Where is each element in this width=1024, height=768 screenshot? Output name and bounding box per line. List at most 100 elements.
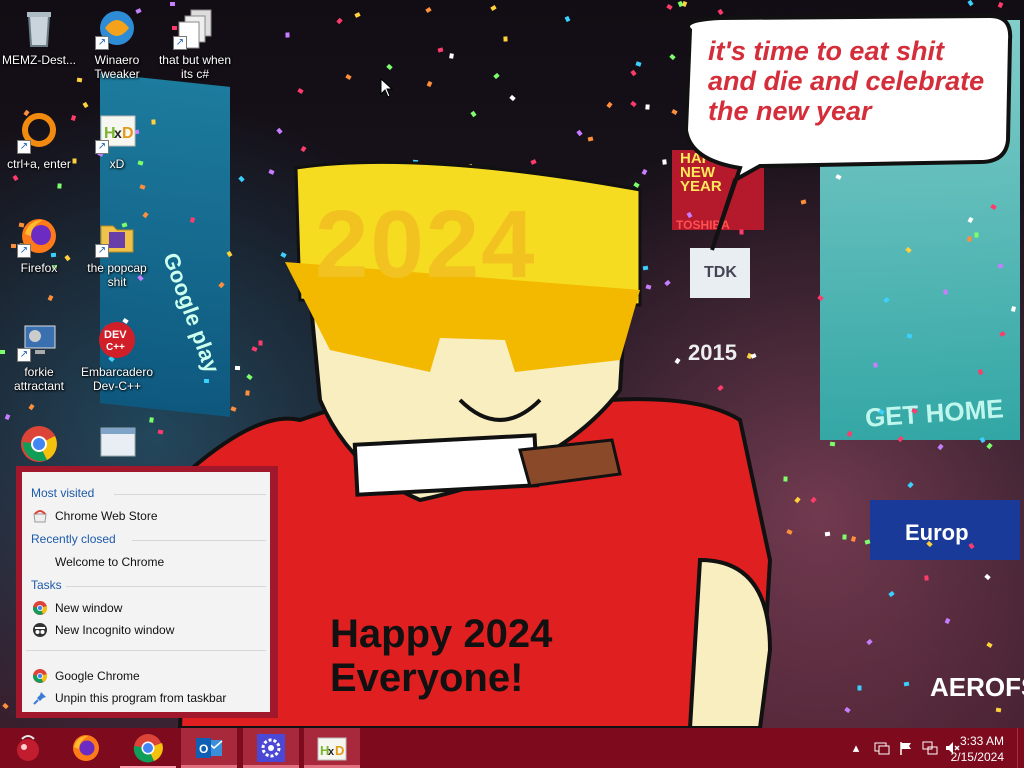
speech-bubble-line: it's time to eat shit bbox=[708, 36, 944, 66]
files-icon: ↗ bbox=[173, 6, 217, 50]
chrome-jump-list: Most visited Chrome Web Store Recently c… bbox=[16, 466, 278, 718]
flag-icon[interactable] bbox=[898, 740, 914, 756]
taskbar-firefox[interactable] bbox=[58, 728, 114, 768]
taskbar-clock[interactable]: 3:33 AM 2/15/2024 bbox=[930, 733, 1004, 765]
desktop-icon-that-but-when-its-c[interactable]: ↗ that but when its c# bbox=[156, 6, 234, 81]
desktop-icon-embarcadero-devcpp[interactable]: DEV C++ Embarcadero Dev-C++ bbox=[78, 318, 156, 393]
hxd-icon: HxD ↗ bbox=[95, 110, 139, 154]
folder-icon: ↗ bbox=[95, 214, 139, 258]
chevron-up-icon[interactable]: ▴ bbox=[848, 740, 864, 756]
desktop-icon-label: forkie attractant bbox=[13, 365, 65, 393]
jump-list-panel: Most visited Chrome Web Store Recently c… bbox=[22, 472, 270, 712]
clock-date: 2/15/2024 bbox=[950, 750, 1004, 764]
window-icon bbox=[95, 422, 139, 466]
svg-text:x: x bbox=[114, 125, 122, 141]
desktop-icon-label: Embarcadero Dev-C++ bbox=[80, 365, 154, 393]
headband-2024-text: 2024 bbox=[315, 191, 537, 298]
divider bbox=[132, 540, 266, 541]
jump-list-item-label: Chrome Web Store bbox=[55, 509, 158, 523]
svg-text:x: x bbox=[328, 746, 335, 758]
chrome-web-store-icon bbox=[33, 509, 47, 523]
jump-list-item-google-chrome[interactable]: Google Chrome bbox=[26, 665, 266, 687]
jump-list-item-welcome-to-chrome[interactable]: Welcome to Chrome bbox=[26, 551, 266, 573]
firefox-icon: ↗ bbox=[17, 214, 61, 258]
chrome-icon bbox=[133, 733, 163, 763]
chrome-icon bbox=[32, 669, 48, 683]
jump-list-item-label: Welcome to Chrome bbox=[55, 555, 165, 569]
chrome-icon bbox=[32, 601, 48, 615]
svg-text:D: D bbox=[122, 125, 134, 142]
orange-ring-icon: ↗ bbox=[17, 110, 61, 154]
speech-bubble-line: and die and celebrate bbox=[708, 66, 985, 96]
desktop-icon-ctrl-a-enter[interactable]: ↗ ctrl+a, enter bbox=[0, 110, 78, 171]
divider bbox=[66, 586, 266, 587]
jump-list-header-recently-closed: Recently closed bbox=[31, 532, 116, 546]
taskbar-chrome[interactable] bbox=[120, 728, 176, 768]
desktop-icon-xd[interactable]: HxD ↗ xD bbox=[78, 110, 156, 171]
shirt-text: Happy 2024 Everyone! bbox=[330, 612, 650, 700]
jump-list-item-label: New window bbox=[55, 601, 123, 615]
desktop-icon-window-partial[interactable] bbox=[78, 422, 156, 466]
desktop-icon-forkie-attractant[interactable]: ↗ forkie attractant bbox=[0, 318, 78, 393]
desktop-icon-label: Winaero Tweaker bbox=[94, 53, 140, 81]
incognito-icon bbox=[33, 623, 47, 637]
chrome-icon bbox=[17, 422, 61, 466]
jump-list-item-label: Unpin this program from taskbar bbox=[55, 691, 227, 705]
desktop-icon-chrome-partial[interactable] bbox=[0, 422, 78, 466]
divider bbox=[114, 494, 266, 495]
speech-bubble-line: the new year bbox=[708, 96, 872, 126]
taskbar-outlook[interactable]: O bbox=[181, 728, 237, 768]
jump-list-item-unpin[interactable]: Unpin this program from taskbar bbox=[26, 687, 266, 709]
jump-list-header-most-visited: Most visited bbox=[31, 486, 95, 500]
devcpp-icon: DEV C++ bbox=[95, 318, 139, 362]
jump-list-item-chrome-web-store[interactable]: Chrome Web Store bbox=[26, 505, 266, 527]
mouse-pointer-icon bbox=[380, 78, 394, 98]
settings-icon bbox=[256, 733, 286, 763]
shortcut-arrow-icon: ↗ bbox=[17, 348, 31, 362]
jump-list-item-label: New Incognito window bbox=[55, 623, 175, 637]
unpin-icon bbox=[33, 691, 47, 705]
divider bbox=[26, 650, 266, 651]
winaero-icon: ↗ bbox=[95, 6, 139, 50]
speech-bubble-text: it's time to eat shit and die and celebr… bbox=[708, 36, 1008, 126]
outlook-icon: O bbox=[194, 733, 224, 763]
taskbar: O HxD ▴ 3:33 AM 2/15/2024 bbox=[0, 728, 1024, 768]
jump-list-item-label: Google Chrome bbox=[55, 669, 140, 683]
svg-text:D: D bbox=[335, 743, 344, 758]
shortcut-arrow-icon: ↗ bbox=[95, 36, 109, 50]
taskbar-hxd[interactable]: HxD bbox=[304, 728, 360, 768]
shortcut-arrow-icon: ↗ bbox=[17, 140, 31, 154]
desktop-icon-label: Firefox bbox=[20, 261, 58, 275]
firefox-icon bbox=[71, 733, 101, 763]
show-desktop-button[interactable] bbox=[1017, 728, 1024, 768]
shortcut-arrow-icon: ↗ bbox=[173, 36, 187, 50]
jump-list-header-tasks: Tasks bbox=[31, 578, 62, 592]
desktop-icon-label: MEMZ-Dest... bbox=[2, 53, 76, 67]
jump-list-item-new-window[interactable]: New window bbox=[26, 597, 266, 619]
taskbar-settings[interactable] bbox=[243, 728, 299, 768]
display-icon[interactable] bbox=[874, 740, 890, 756]
desktop-icon-label: that but when its c# bbox=[158, 53, 232, 81]
start-button-icon bbox=[13, 733, 43, 763]
desktop-icon-winaero-tweaker[interactable]: ↗ Winaero Tweaker bbox=[78, 6, 156, 81]
shortcut-arrow-icon: ↗ bbox=[17, 244, 31, 258]
shortcut-arrow-icon: ↗ bbox=[95, 244, 109, 258]
recycle-bin-icon bbox=[17, 6, 61, 50]
desktop-icon-label: the popcap shit bbox=[87, 261, 147, 289]
svg-text:O: O bbox=[199, 742, 208, 756]
desktop-icon-the-popcap-shit[interactable]: ↗ the popcap shit bbox=[78, 214, 156, 289]
desktop-icon-memz[interactable]: MEMZ-Dest... bbox=[0, 6, 78, 67]
shirt-line: Happy 2024 bbox=[330, 612, 553, 656]
shortcut-arrow-icon: ↗ bbox=[95, 140, 109, 154]
clock-time: 3:33 AM bbox=[959, 734, 1004, 748]
start-button[interactable] bbox=[0, 728, 56, 768]
desktop-icon-label: xD bbox=[109, 157, 125, 171]
settings-monitor-icon: ↗ bbox=[17, 318, 61, 362]
svg-text:DEV: DEV bbox=[104, 329, 127, 341]
shirt-line: Everyone! bbox=[330, 656, 524, 700]
jump-list-item-new-incognito-window[interactable]: New Incognito window bbox=[26, 619, 266, 641]
desktop-icon-firefox[interactable]: ↗ Firefox bbox=[0, 214, 78, 275]
svg-text:C++: C++ bbox=[106, 342, 125, 353]
desktop-icon-label: ctrl+a, enter bbox=[7, 157, 71, 171]
system-tray: ▴ 3:33 AM 2/15/2024 bbox=[824, 728, 1024, 768]
